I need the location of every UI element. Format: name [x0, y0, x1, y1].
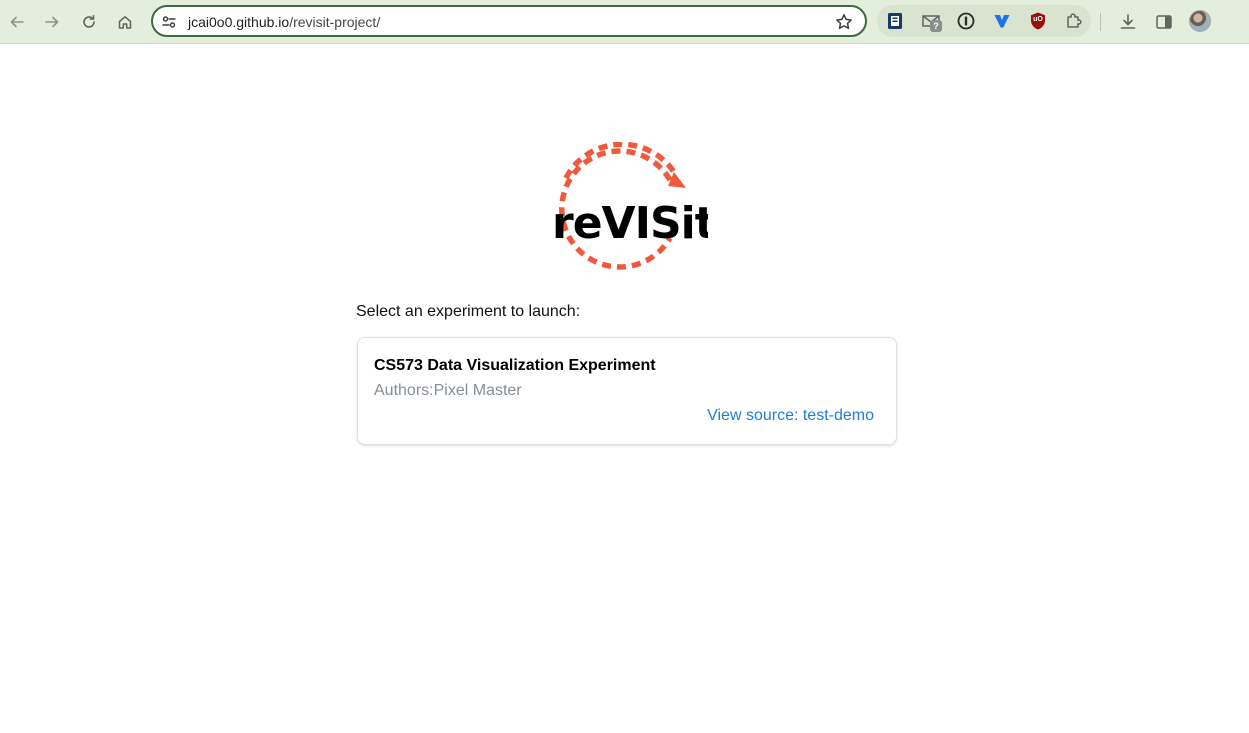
experiment-authors: Authors:Pixel Master — [374, 382, 522, 399]
logo-arrowhead — [668, 172, 686, 188]
ublock-icon[interactable]: uO — [1028, 11, 1048, 31]
back-arrow-icon[interactable] — [3, 8, 31, 36]
gmail-icon[interactable]: ? — [921, 11, 942, 32]
reload-icon[interactable] — [75, 8, 103, 36]
site-settings-icon[interactable] — [161, 14, 177, 30]
url-text[interactable]: jcai0o0.github.io/revisit-project/ — [188, 14, 380, 30]
address-bar[interactable]: jcai0o0.github.io/revisit-project/ — [151, 5, 867, 37]
bookmark-star-icon[interactable] — [835, 13, 853, 31]
logo-text: reVISit — [552, 198, 708, 249]
url-path: /revisit-project/ — [289, 14, 381, 30]
url-host: jcai0o0.github.io — [188, 14, 290, 30]
puzzle-extensions-icon[interactable] — [1064, 11, 1084, 31]
toolbar-divider — [1100, 13, 1101, 31]
browser-toolbar: jcai0o0.github.io/revisit-project/ ? uO — [0, 0, 1249, 44]
vpn-icon[interactable] — [992, 11, 1012, 31]
download-icon[interactable] — [1118, 12, 1138, 32]
reader-mode-icon[interactable] — [885, 11, 905, 31]
side-panel-icon[interactable] — [1154, 12, 1174, 32]
forward-arrow-icon[interactable] — [38, 8, 66, 36]
password-manager-icon[interactable] — [956, 11, 976, 31]
gmail-badge: ? — [930, 20, 942, 32]
extensions-tray: ? uO — [877, 5, 1091, 37]
profile-avatar[interactable] — [1189, 10, 1211, 32]
experiment-prompt: Select an experiment to launch: — [356, 303, 581, 320]
revisit-logo: reVISit — [552, 142, 708, 270]
experiment-card[interactable]: CS573 Data Visualization Experiment Auth… — [357, 337, 897, 445]
experiment-title[interactable]: CS573 Data Visualization Experiment — [374, 356, 656, 376]
ublock-label: uO — [1033, 16, 1043, 23]
view-source-link[interactable]: View source: test-demo — [707, 406, 874, 426]
home-icon[interactable] — [111, 8, 139, 36]
